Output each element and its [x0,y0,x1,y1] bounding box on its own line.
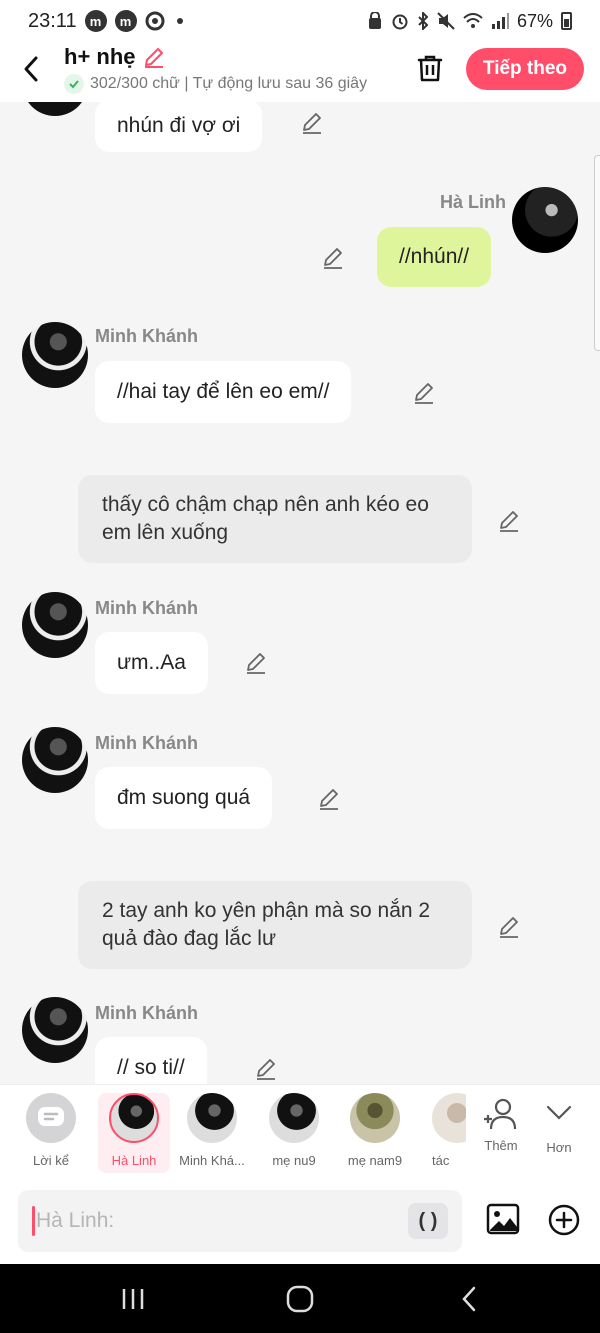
chat-message: nhún đi vợ ơi [0,102,600,162]
character-ha-linh[interactable]: Hà Linh [98,1093,170,1173]
system-nav-bar [0,1264,600,1333]
character-name: tác [432,1153,450,1168]
next-button[interactable]: Tiếp theo [466,48,584,90]
alarm-icon [392,14,408,30]
mute-icon [437,12,455,30]
narration-bubble[interactable]: 2 tay anh ko yên phận mà so nắn 2 quả đà… [78,881,472,969]
sender-name: Minh Khánh [95,598,198,618]
message-bubble[interactable]: //hai tay để lên eo em// [95,361,352,423]
scroll-handle[interactable] [594,155,600,351]
edit-pencil-icon[interactable] [317,786,341,810]
trash-icon[interactable] [414,52,446,84]
sender-name: Minh Khánh [95,733,198,753]
character-avatar [432,1093,466,1143]
chat-message: Minh Khánh //hai tay để lên eo em// [0,320,600,430]
back-arrow-icon[interactable] [20,54,44,84]
edit-pencil-icon[interactable] [321,245,345,269]
messenger-app-icon: m [84,10,107,32]
character-name: Minh Khá... [179,1153,245,1168]
sender-name: Hà Linh [440,192,506,212]
action-parentheses-button[interactable]: ( ) [408,1203,448,1239]
messenger-app-icon: m [114,10,137,32]
signal-icon [491,13,509,29]
editor-header: h+ nhẹ 302/300 chữ | Tự động lưu sau 36 … [0,42,600,102]
status-time: 23:11 [28,9,77,32]
avatar[interactable] [22,592,88,658]
add-label: Thêm [484,1138,518,1153]
chrome-icon [145,11,165,31]
narration-bubble[interactable]: thấy cô chậm chạp nên anh kéo eo em lên … [78,475,472,563]
edit-pencil-icon[interactable] [412,380,436,404]
message-bubble[interactable]: ưm..Aa [95,632,208,694]
more-button[interactable]: Hơn [534,1097,584,1155]
character-name: mẹ nu9 [272,1153,316,1168]
chat-area[interactable]: nhún đi vợ ơi Hà Linh //nhún// Minh Khán… [0,102,600,1084]
title-block: h+ nhẹ 302/300 chữ | Tự động lưu sau 36 … [64,44,390,94]
character-narrator[interactable]: Lời kể [15,1093,87,1173]
sender-name: Minh Khánh [95,326,198,346]
avatar[interactable] [22,727,88,793]
wifi-icon [463,13,483,28]
message-input[interactable]: Hà Linh: ( ) [18,1190,462,1252]
character-avatar [109,1093,159,1143]
autosave-status: 302/300 chữ | Tự động lưu sau 36 giây [64,74,390,94]
input-bar: Hà Linh: ( ) [0,1180,600,1264]
add-person-icon [484,1098,517,1130]
character-minh-khanh[interactable]: Minh Khá... [176,1093,248,1173]
edit-pencil-icon[interactable] [497,508,521,532]
add-circle-icon[interactable] [548,1204,580,1236]
character-avatar [269,1093,319,1143]
edit-pencil-icon[interactable] [254,1056,278,1080]
alarm-lock-icon [368,12,381,29]
back-icon[interactable] [455,1284,485,1314]
battery-percent: 67% [516,10,553,31]
avatar[interactable] [22,322,88,388]
character-avatar [350,1093,400,1143]
message-bubble[interactable]: đm suong quá [95,767,273,829]
character-avatar [187,1093,237,1143]
character-bar: Lời kể Hà Linh Minh Khá... mẹ nu9 mẹ nam… [0,1084,600,1180]
status-bar: 23:11 m m 67% [0,0,600,42]
autosave-text: 302/300 chữ | Tự động lưu sau 36 giây [90,75,368,92]
chat-message: Minh Khánh // so ti// [0,997,600,1084]
more-label: Hơn [546,1140,572,1155]
avatar[interactable] [22,997,88,1063]
character-me-nam9[interactable]: mẹ nam9 [339,1093,411,1173]
story-title[interactable]: h+ nhẹ [64,44,390,70]
pencil-icon[interactable] [142,45,166,69]
chat-message: Hà Linh //nhún// [0,182,600,292]
character-name: Hà Linh [111,1153,157,1168]
recent-apps-icon[interactable] [118,1284,148,1314]
add-character-button[interactable]: Thêm [476,1097,526,1153]
message-bubble[interactable]: //nhún// [377,227,492,287]
bluetooth-icon [418,12,429,30]
check-icon [64,74,84,94]
character-name: mẹ nam9 [347,1153,403,1168]
edit-pencil-icon[interactable] [244,650,268,674]
character-name: Lời kể [33,1153,69,1168]
story-title-text: h+ nhẹ [64,44,136,69]
chat-message: 2 tay anh ko yên phận mà so nắn 2 quả đà… [0,880,600,972]
narration-icon [26,1093,76,1143]
edit-pencil-icon[interactable] [300,110,324,134]
image-icon[interactable] [486,1202,520,1236]
text-caret [32,1206,35,1236]
home-icon[interactable] [285,1284,315,1314]
character-me-nu9[interactable]: mẹ nu9 [258,1093,330,1173]
chat-message: Minh Khánh ưm..Aa [0,592,600,702]
avatar[interactable] [512,187,578,253]
chat-message: thấy cô chậm chạp nên anh kéo eo em lên … [0,474,600,566]
battery-icon [561,12,572,30]
chevron-down-icon [546,1105,572,1120]
message-bubble[interactable]: nhún đi vợ ơi [95,102,263,152]
input-placeholder: Hà Linh: [36,1209,115,1232]
avatar[interactable] [22,102,88,116]
sender-name: Minh Khánh [95,1003,198,1023]
edit-pencil-icon[interactable] [497,914,521,938]
chat-message: Minh Khánh đm suong quá [0,727,600,837]
notification-dot-icon [176,18,183,24]
character-tac[interactable]: tác [420,1093,466,1173]
message-bubble[interactable]: // so ti// [95,1037,207,1084]
